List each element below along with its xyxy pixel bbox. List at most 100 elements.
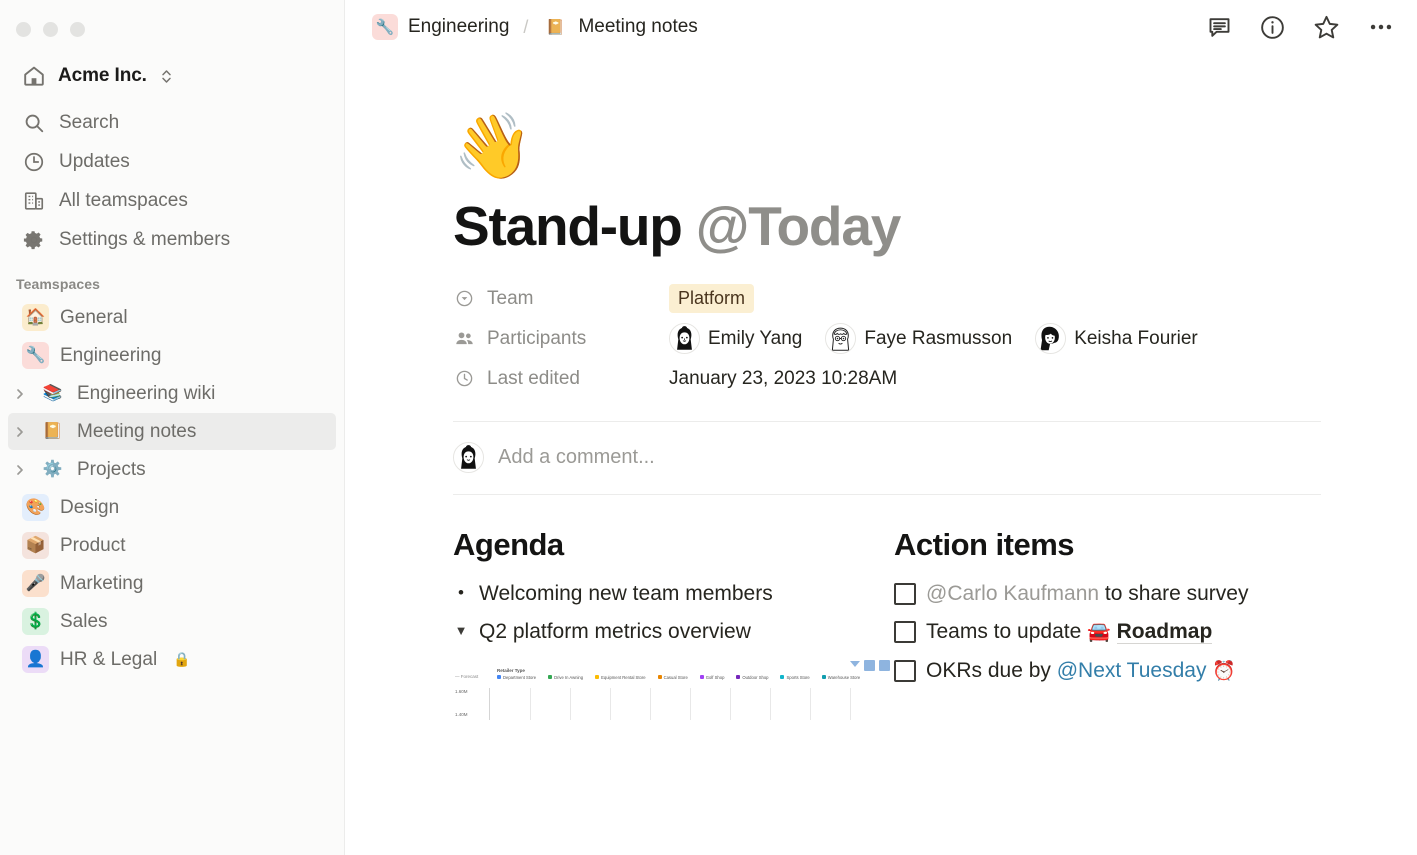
comments-icon[interactable] <box>1206 14 1233 41</box>
page-icon-waving-hand[interactable]: 👋 <box>453 114 1323 178</box>
property-value[interactable]: Platform <box>669 284 755 313</box>
sidebar-item-all-teamspaces[interactable]: All teamspaces <box>8 182 336 220</box>
info-icon[interactable] <box>1259 14 1286 41</box>
lock-icon: 🔒 <box>173 651 191 667</box>
close-window-button[interactable] <box>16 22 31 37</box>
teamspace-label: Engineering wiki <box>77 382 216 404</box>
palette-icon: 🎨 <box>22 494 49 521</box>
embedded-chart[interactable]: — Forecast Retailer Type Department Stor… <box>453 659 894 720</box>
maximize-window-button[interactable] <box>70 22 85 37</box>
star-icon[interactable] <box>1312 13 1341 42</box>
checkbox[interactable] <box>894 621 916 644</box>
books-icon: 📚 <box>42 384 63 402</box>
checkbox[interactable] <box>894 659 916 682</box>
select-icon <box>453 289 475 308</box>
list-item-text: OKRs due by @Next Tuesday ⏰ <box>926 658 1236 682</box>
teamspace-label: Meeting notes <box>77 420 197 442</box>
table-icon[interactable] <box>864 659 875 671</box>
clock-icon <box>453 369 475 388</box>
participant[interactable]: Faye Rasmusson <box>825 323 1012 354</box>
list-item[interactable]: ▼ Q2 platform metrics overview <box>453 613 894 652</box>
legend-item: Drive In Awning <box>548 675 583 680</box>
bullet-icon: • <box>458 582 464 602</box>
sidebar-item-marketing[interactable]: 🎤 Marketing <box>8 565 336 602</box>
property-key[interactable]: Last edited <box>453 368 669 390</box>
sidebar-item-updates[interactable]: Updates <box>8 143 336 181</box>
property-label: Participants <box>487 327 587 349</box>
page-title[interactable]: Stand-up @Today <box>453 196 1323 257</box>
property-key[interactable]: Participants <box>453 328 669 350</box>
legend-item: Sports Store <box>780 675 810 680</box>
date-mention[interactable]: @Next Tuesday <box>1057 659 1207 682</box>
chart-plot-area <box>489 687 890 720</box>
dollar-icon: 💲 <box>22 608 49 635</box>
participant-name: Faye Rasmusson <box>864 327 1013 349</box>
sidebar-item-product[interactable]: 📦 Product <box>8 527 336 564</box>
sidebar-item-engineering-wiki[interactable]: 📚 Engineering wiki <box>8 375 336 412</box>
sidebar-item-projects[interactable]: ⚙️ Projects <box>8 451 336 488</box>
breadcrumb: 🔧 Engineering / 📔 Meeting notes <box>367 11 703 43</box>
chevron-right-icon[interactable] <box>12 426 28 438</box>
property-label: Team <box>487 287 534 309</box>
add-comment-row[interactable]: Add a comment... <box>453 422 1323 494</box>
participant[interactable]: Keisha Fourier <box>1035 323 1198 354</box>
divider <box>453 493 1321 495</box>
property-value[interactable]: Emily Yang Faye Rasmusson Keisha Fourier <box>669 323 1221 354</box>
notebook-icon: 📔 <box>42 422 63 440</box>
workspace-name: Acme Inc. <box>58 65 147 86</box>
app-window: Acme Inc. Search Updates All teamspaces … <box>0 0 1417 855</box>
chart-forecast-label: — Forecast <box>455 673 479 679</box>
list-item[interactable]: OKRs due by @Next Tuesday ⏰ <box>894 652 1335 691</box>
sidebar-item-design[interactable]: 🎨 Design <box>8 489 336 526</box>
sidebar-item-label: All teamspaces <box>59 190 188 211</box>
gear-icon <box>22 228 46 252</box>
property-value[interactable]: January 23, 2023 10:28AM <box>669 368 897 390</box>
avatar <box>1035 323 1067 354</box>
person-icon: 👤 <box>22 646 49 673</box>
comment-input-placeholder[interactable]: Add a comment... <box>498 446 655 469</box>
sidebar-item-engineering[interactable]: 🔧 Engineering <box>8 337 336 374</box>
chevron-right-icon[interactable] <box>12 464 28 476</box>
sidebar-item-meeting-notes[interactable]: 📔 Meeting notes <box>8 413 336 450</box>
chevron-right-icon[interactable] <box>12 388 28 400</box>
status-badge: Platform <box>669 284 755 313</box>
participant-name: Keisha Fourier <box>1074 327 1198 349</box>
page-title-text: Stand-up <box>453 195 696 257</box>
wrench-icon: 🔧 <box>22 342 49 369</box>
sidebar-item-hr-legal[interactable]: 👤 HR & Legal 🔒 <box>8 641 336 678</box>
breadcrumb-item-engineering[interactable]: 🔧 Engineering <box>367 11 514 43</box>
clock-icon <box>22 150 46 174</box>
workspace-switcher[interactable]: Acme Inc. <box>8 58 336 94</box>
minimize-window-button[interactable] <box>43 22 58 37</box>
participant[interactable]: Emily Yang <box>669 323 802 354</box>
chart-icon[interactable] <box>879 659 890 671</box>
breadcrumb-label: Engineering <box>408 16 510 37</box>
breadcrumb-separator: / <box>523 16 529 37</box>
teamspace-label: Sales <box>60 610 108 632</box>
sidebar-item-search[interactable]: Search <box>8 104 336 142</box>
property-row-participants: Participants Emily Yang Faye Rasmusson K… <box>453 319 1323 359</box>
list-item-text: Q2 platform metrics overview <box>479 620 751 644</box>
user-mention[interactable]: @Carlo Kaufmann <box>926 582 1099 605</box>
chart-toolbar <box>849 659 890 671</box>
sidebar-item-settings-members[interactable]: Settings & members <box>8 221 336 259</box>
more-icon[interactable] <box>1367 13 1395 41</box>
page-body: 👋 Stand-up @Today Team Platform Particip… <box>345 114 1417 720</box>
breadcrumb-item-meeting-notes[interactable]: 📔 Meeting notes <box>537 11 702 43</box>
car-icon: 🚘 <box>1087 622 1111 644</box>
page-columns: Agenda • Welcoming new team members ▼ Q2… <box>453 527 1323 720</box>
list-item[interactable]: • Welcoming new team members <box>453 575 894 614</box>
legend-item: Golf Shop <box>699 675 724 680</box>
chevron-down-icon[interactable]: ▼ <box>453 616 469 646</box>
avatar <box>453 442 484 473</box>
property-key[interactable]: Team <box>453 288 669 310</box>
legend-item: Department Store <box>497 675 536 680</box>
page-link-roadmap[interactable]: Roadmap <box>1116 620 1213 645</box>
checkbox[interactable] <box>894 582 916 605</box>
list-item[interactable]: @Carlo Kaufmann to share survey <box>894 575 1335 614</box>
sidebar-item-general[interactable]: 🏠 General <box>8 299 336 336</box>
filter-icon[interactable] <box>849 660 860 671</box>
list-item[interactable]: Teams to update 🚘 Roadmap <box>894 613 1335 652</box>
search-icon <box>22 111 46 135</box>
sidebar-item-sales[interactable]: 💲 Sales <box>8 603 336 640</box>
